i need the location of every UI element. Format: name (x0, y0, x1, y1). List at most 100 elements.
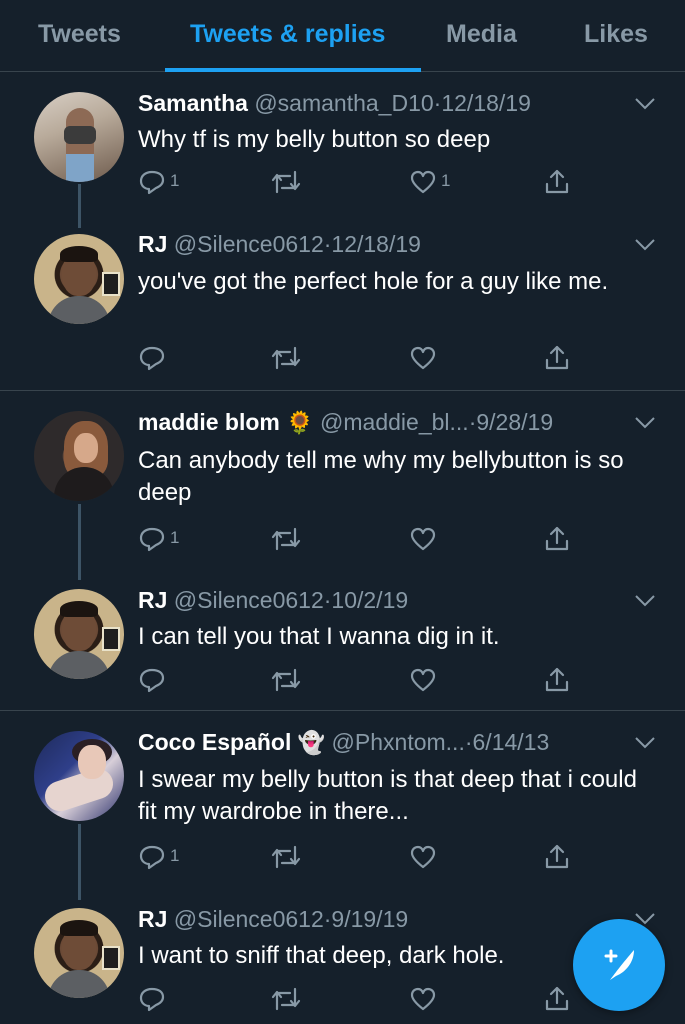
tweet-handle: @Silence0612 (173, 231, 324, 257)
like-button[interactable] (409, 525, 469, 555)
tweet-text: you've got the perfect hole for a guy li… (138, 268, 609, 295)
reply-button[interactable] (138, 344, 198, 374)
reply-icon (139, 668, 165, 693)
share-button[interactable] (543, 344, 603, 374)
tweet-text: I can tell you that I wanna dig in it. (138, 623, 500, 650)
share-icon (545, 169, 569, 194)
avatar[interactable] (34, 589, 124, 679)
tab-tweets[interactable]: Tweets (38, 20, 121, 49)
separator-dot: · (464, 729, 473, 755)
like-button[interactable] (409, 666, 469, 696)
avatar[interactable] (34, 411, 124, 501)
tweet-date: 6/14/13 (472, 729, 550, 755)
retweet-icon (271, 527, 301, 551)
retweet-icon (271, 845, 301, 869)
tweet-date: 9/19/19 (331, 906, 409, 932)
tweet-author-name[interactable]: maddie blom (138, 409, 280, 435)
tweet-handle: @maddie_bl... (320, 409, 469, 435)
reply-button[interactable] (138, 985, 198, 1015)
retweet-icon (271, 170, 301, 194)
retweet-button[interactable] (270, 344, 330, 374)
compose-tweet-button[interactable] (573, 919, 665, 1011)
like-icon (410, 346, 436, 370)
tweet-author-name[interactable]: RJ (138, 231, 167, 257)
conversation-divider (0, 390, 685, 391)
avatar[interactable] (34, 731, 124, 821)
tweet-date: 12/18/19 (441, 90, 531, 116)
reply-button[interactable]: 1 (138, 168, 198, 198)
thread-line (78, 504, 81, 580)
share-button[interactable] (543, 525, 603, 555)
reply-icon (139, 170, 165, 195)
share-button[interactable] (543, 666, 603, 696)
profile-tabs: Tweets Tweets & replies Media Likes (0, 0, 685, 72)
reply-button[interactable]: 1 (138, 843, 198, 873)
retweet-button[interactable] (270, 666, 330, 696)
tweet-handle: @Silence0612 (173, 587, 324, 613)
like-button[interactable] (409, 843, 469, 873)
like-icon (410, 527, 436, 551)
tweet-handle: @samantha_D10 (254, 90, 434, 116)
like-icon (410, 668, 436, 692)
tweet-date: 9/28/19 (476, 409, 554, 435)
like-count: 1 (441, 171, 451, 190)
like-icon (410, 170, 436, 194)
conversation-divider (0, 710, 685, 711)
reply-icon (139, 346, 165, 371)
tweet-date: 10/2/19 (331, 587, 409, 613)
retweet-button[interactable] (270, 843, 330, 873)
tab-tweets-replies[interactable]: Tweets & replies (190, 20, 385, 49)
tweet-author-name[interactable]: Coco Español (138, 729, 291, 755)
share-button[interactable] (543, 168, 603, 198)
tweet-handle: @Silence0612 (173, 906, 324, 932)
share-button[interactable] (543, 843, 603, 873)
tweet-header: RJ @Silence0612·10/2/19 (138, 587, 408, 614)
tweet-author-name[interactable]: RJ (138, 906, 167, 932)
tweet-header: maddie blom 🌻 @maddie_bl...·9/28/19 (138, 409, 553, 436)
tab-media[interactable]: Media (446, 20, 517, 49)
active-tab-indicator (165, 68, 421, 72)
retweet-icon (271, 668, 301, 692)
chevron-down-icon[interactable] (634, 97, 656, 111)
share-icon (545, 667, 569, 692)
avatar[interactable] (34, 908, 124, 998)
tweet-header: Coco Español 👻 @Phxntom...·6/14/13 (138, 729, 549, 756)
reply-button[interactable]: 1 (138, 525, 198, 555)
tweet-header: RJ @Silence0612·9/19/19 (138, 906, 408, 933)
tweet-text: Can anybody tell me why my bellybutton i… (138, 447, 624, 506)
like-button[interactable] (409, 344, 469, 374)
tweet-text: I swear my belly button is that deep tha… (138, 766, 637, 825)
like-button[interactable]: 1 (409, 168, 469, 198)
reply-icon (139, 987, 165, 1012)
chevron-down-icon[interactable] (634, 416, 656, 430)
reply-button[interactable] (138, 666, 198, 696)
retweet-button[interactable] (270, 985, 330, 1015)
sunflower-emoji: 🌻 (286, 410, 314, 435)
avatar[interactable] (34, 234, 124, 324)
avatar[interactable] (34, 92, 124, 182)
share-icon (545, 526, 569, 551)
chevron-down-icon[interactable] (634, 594, 656, 608)
retweet-icon (271, 346, 301, 370)
tweet-author-name[interactable]: Samantha (138, 90, 248, 116)
tab-likes[interactable]: Likes (584, 20, 648, 49)
thread-line (78, 184, 81, 228)
share-icon (545, 345, 569, 370)
retweet-button[interactable] (270, 525, 330, 555)
reply-count: 1 (170, 528, 180, 547)
chevron-down-icon[interactable] (634, 238, 656, 252)
reply-count: 1 (170, 846, 180, 865)
chevron-down-icon[interactable] (634, 736, 656, 750)
compose-tweet-icon (604, 949, 634, 980)
like-icon (410, 845, 436, 869)
share-icon (545, 986, 569, 1011)
tweet-text: Why tf is my belly button so deep (138, 126, 491, 153)
reply-count: 1 (170, 171, 180, 190)
tweet-author-name[interactable]: RJ (138, 587, 167, 613)
reply-icon (139, 527, 165, 552)
retweet-button[interactable] (270, 168, 330, 198)
tweet-header: Samantha @samantha_D10·12/18/19 (138, 90, 531, 117)
retweet-icon (271, 987, 301, 1011)
thread-line (78, 824, 81, 900)
like-button[interactable] (409, 985, 469, 1015)
